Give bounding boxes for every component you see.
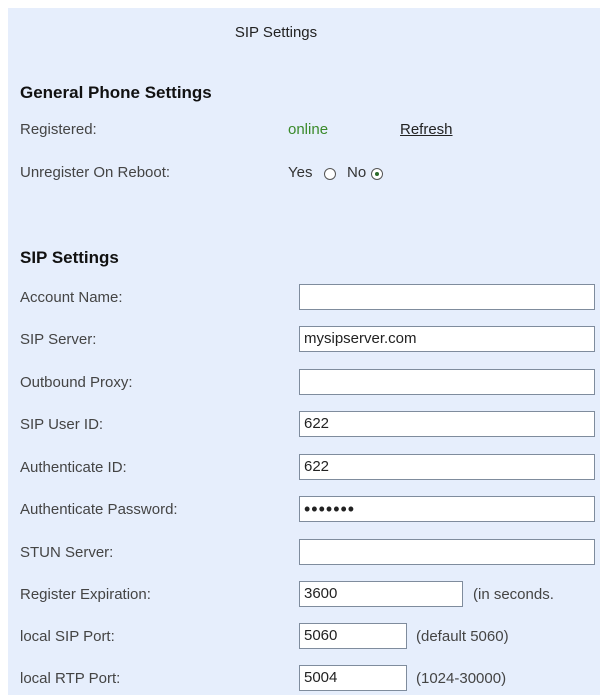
page-title: SIP Settings xyxy=(234,24,318,41)
register-expiration-hint: (in seconds. xyxy=(473,586,554,603)
local-rtp-port-label: local RTP Port: xyxy=(20,670,121,687)
yes-label: Yes xyxy=(288,164,313,181)
sip-settings-heading: SIP Settings xyxy=(20,248,119,267)
no-label: No xyxy=(347,164,367,181)
general-settings-heading: General Phone Settings xyxy=(20,83,212,102)
stun-server-label: STUN Server: xyxy=(20,544,114,561)
authenticate-id-label: Authenticate ID: xyxy=(20,459,127,476)
sip-user-id-input[interactable]: 622 xyxy=(299,411,595,437)
local-rtp-port-hint: (1024-30000) xyxy=(416,670,507,687)
settings-panel: SIP Settings General Phone Settings Regi… xyxy=(8,8,600,695)
sip-server-input[interactable]: mysipserver.com xyxy=(299,326,595,352)
stun-server-input[interactable] xyxy=(299,539,595,565)
authenticate-id-input[interactable]: 622 xyxy=(299,454,595,480)
local-sip-port-input[interactable]: 5060 xyxy=(299,623,407,649)
authenticate-password-label: Authenticate Password: xyxy=(20,501,178,518)
yes-radio[interactable] xyxy=(324,168,336,180)
account-name-label: Account Name: xyxy=(20,289,123,306)
refresh-link[interactable]: Refresh xyxy=(400,121,453,138)
unregister-on-reboot-label: Unregister On Reboot: xyxy=(20,164,171,181)
register-expiration-input[interactable]: 3600 xyxy=(299,581,463,607)
local-sip-port-label: local SIP Port: xyxy=(20,628,115,645)
account-name-input[interactable] xyxy=(299,284,595,310)
authenticate-password-input[interactable]: ••••••• xyxy=(299,496,595,522)
sip-server-label: SIP Server: xyxy=(20,331,97,348)
local-sip-port-hint: (default 5060) xyxy=(416,628,509,645)
no-radio[interactable] xyxy=(371,168,383,180)
outbound-proxy-input[interactable] xyxy=(299,369,595,395)
sip-user-id-label: SIP User ID: xyxy=(20,416,104,433)
registered-status: online xyxy=(288,121,329,138)
outbound-proxy-label: Outbound Proxy: xyxy=(20,374,133,391)
register-expiration-label: Register Expiration: xyxy=(20,586,151,603)
local-rtp-port-input[interactable]: 5004 xyxy=(299,665,407,691)
registered-label: Registered: xyxy=(20,121,97,138)
